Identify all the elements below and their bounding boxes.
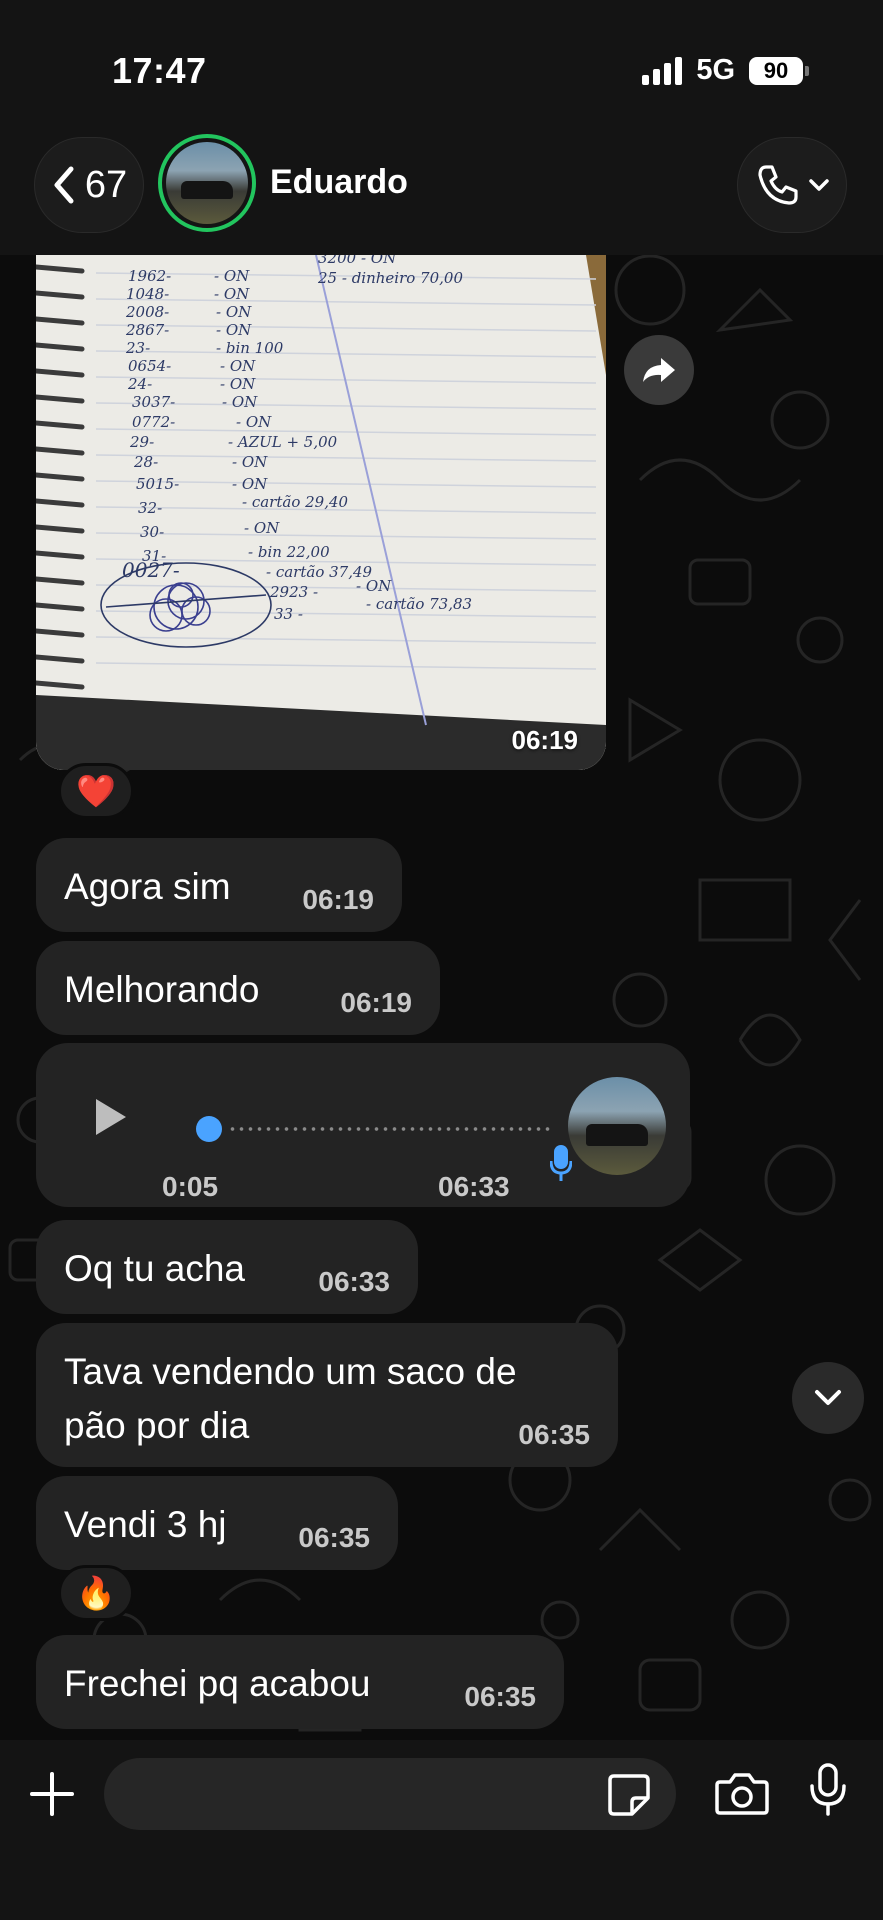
svg-text:- ON: - ON xyxy=(232,475,268,493)
message-time: 06:35 xyxy=(298,1522,370,1553)
svg-text:29-: 29- xyxy=(129,433,154,451)
svg-text:25 - dinheiro 70,00: 25 - dinheiro 70,00 xyxy=(317,269,463,287)
message-bubble[interactable]: Tava vendendo um saco de pão por dia 06:… xyxy=(36,1323,618,1467)
message-time: 06:35 xyxy=(518,1419,590,1450)
playback-scrubber[interactable] xyxy=(196,1116,222,1142)
svg-text:- ON: - ON xyxy=(216,321,252,339)
svg-text:- AZUL + 5,00: - AZUL + 5,00 xyxy=(228,433,338,451)
message-time: 06:19 xyxy=(340,987,412,1018)
svg-text:2867-: 2867- xyxy=(125,321,169,339)
svg-text:33 -: 33 - xyxy=(274,605,303,623)
svg-text:30-: 30- xyxy=(140,523,164,541)
reaction-heart[interactable]: ❤️ xyxy=(58,763,134,819)
contact-name[interactable]: Eduardo xyxy=(270,163,408,202)
svg-text:- ON: - ON xyxy=(214,285,250,303)
sticker-icon[interactable] xyxy=(606,1772,652,1818)
message-bubble[interactable]: Frechei pq acabou 06:35 xyxy=(36,1635,564,1729)
svg-text:- ON: - ON xyxy=(214,267,250,285)
chevron-down-icon xyxy=(809,179,829,191)
svg-text:- bin 100: - bin 100 xyxy=(216,339,284,357)
message-text-line1: Tava vendendo um saco de xyxy=(64,1351,517,1392)
svg-text:3200 - ON: 3200 - ON xyxy=(318,255,397,267)
reaction-fire[interactable]: 🔥 xyxy=(58,1565,134,1621)
sender-avatar xyxy=(568,1077,666,1175)
call-button[interactable] xyxy=(737,137,847,233)
svg-text:1048-: 1048- xyxy=(126,285,169,303)
message-time: 06:33 xyxy=(438,1171,510,1202)
svg-text:2923 -: 2923 - xyxy=(269,583,318,601)
status-time: 17:47 xyxy=(112,50,207,91)
avatar-image xyxy=(166,142,248,224)
svg-text:1962-: 1962- xyxy=(128,267,171,285)
top-bar: 17:47 5G 90 67 Eduardo xyxy=(0,0,883,255)
plus-icon[interactable] xyxy=(28,1770,76,1818)
message-bubble[interactable]: Agora sim 06:19 xyxy=(36,838,402,932)
message-input[interactable] xyxy=(104,1758,676,1830)
notebook-photo: 1962- - ON 1048- - ON 2008- - ON 2867- - ON … xyxy=(36,255,606,770)
svg-text:- ON: - ON xyxy=(216,303,252,321)
message-bubble[interactable]: Melhorando 06:19 xyxy=(36,941,440,1035)
svg-text:- cartão 29,40: - cartão 29,40 xyxy=(242,493,349,511)
svg-text:5015-: 5015- xyxy=(136,475,179,493)
svg-text:0654-: 0654- xyxy=(128,357,171,375)
message-composer xyxy=(0,1740,883,1920)
voice-duration: 0:05 xyxy=(162,1171,219,1202)
svg-text:23-: 23- xyxy=(125,339,150,357)
battery-icon: 90 xyxy=(749,56,809,85)
mic-icon xyxy=(550,1145,572,1181)
voice-message[interactable]: 0:05 06:33 xyxy=(36,1043,690,1207)
svg-text:24-: 24- xyxy=(127,375,152,393)
contact-avatar[interactable] xyxy=(158,134,256,232)
svg-text:- ON: - ON xyxy=(220,357,256,375)
message-time: 06:35 xyxy=(464,1681,536,1712)
chevron-down-icon xyxy=(815,1390,841,1405)
svg-text:- ON: - ON xyxy=(356,577,392,595)
message-text-line2: pão por dia xyxy=(64,1405,250,1446)
message-time: 06:19 xyxy=(511,725,579,755)
svg-text:- ON: - ON xyxy=(220,375,256,393)
scroll-to-bottom-button[interactable] xyxy=(792,1362,864,1434)
signal-icon xyxy=(642,56,683,85)
message-time: 06:19 xyxy=(302,884,374,915)
message-time: 06:33 xyxy=(318,1266,390,1297)
forward-button[interactable] xyxy=(624,335,694,405)
message-bubble[interactable]: Oq tu acha 06:33 xyxy=(36,1220,418,1314)
svg-text:32-: 32- xyxy=(138,499,162,517)
forward-icon xyxy=(643,358,675,382)
chevron-left-icon xyxy=(54,166,74,204)
network-type: 5G xyxy=(696,54,735,86)
photo-message[interactable]: 1962- - ON 1048- - ON 2008- - ON 2867- - ON … xyxy=(36,255,606,770)
back-button[interactable]: 67 xyxy=(34,137,144,233)
svg-text:- ON: - ON xyxy=(244,519,280,537)
message-bubble[interactable]: Vendi 3 hj 06:35 xyxy=(36,1476,398,1570)
svg-text:28-: 28- xyxy=(133,453,158,471)
svg-text:2008-: 2008- xyxy=(125,303,169,321)
unread-count: 67 xyxy=(84,163,128,206)
svg-text:- cartão 73,83: - cartão 73,83 xyxy=(366,595,472,613)
svg-text:- bin 22,00: - bin 22,00 xyxy=(248,543,330,561)
message-list[interactable]: 1962- - ON 1048- - ON 2008- - ON 2867- - ON … xyxy=(0,255,883,1740)
svg-text:- ON: - ON xyxy=(236,413,272,431)
svg-text:- ON: - ON xyxy=(222,393,258,411)
svg-text:0027-: 0027- xyxy=(122,558,180,582)
microphone-icon[interactable] xyxy=(808,1762,848,1818)
svg-text:0772-: 0772- xyxy=(132,413,175,431)
svg-text:3037-: 3037- xyxy=(132,393,175,411)
svg-text:- ON: - ON xyxy=(232,453,268,471)
status-indicators: 5G 90 xyxy=(642,54,809,87)
play-icon[interactable] xyxy=(92,1097,128,1137)
camera-icon[interactable] xyxy=(714,1770,770,1818)
voice-waveform[interactable] xyxy=(228,1127,550,1131)
phone-icon xyxy=(758,165,798,205)
